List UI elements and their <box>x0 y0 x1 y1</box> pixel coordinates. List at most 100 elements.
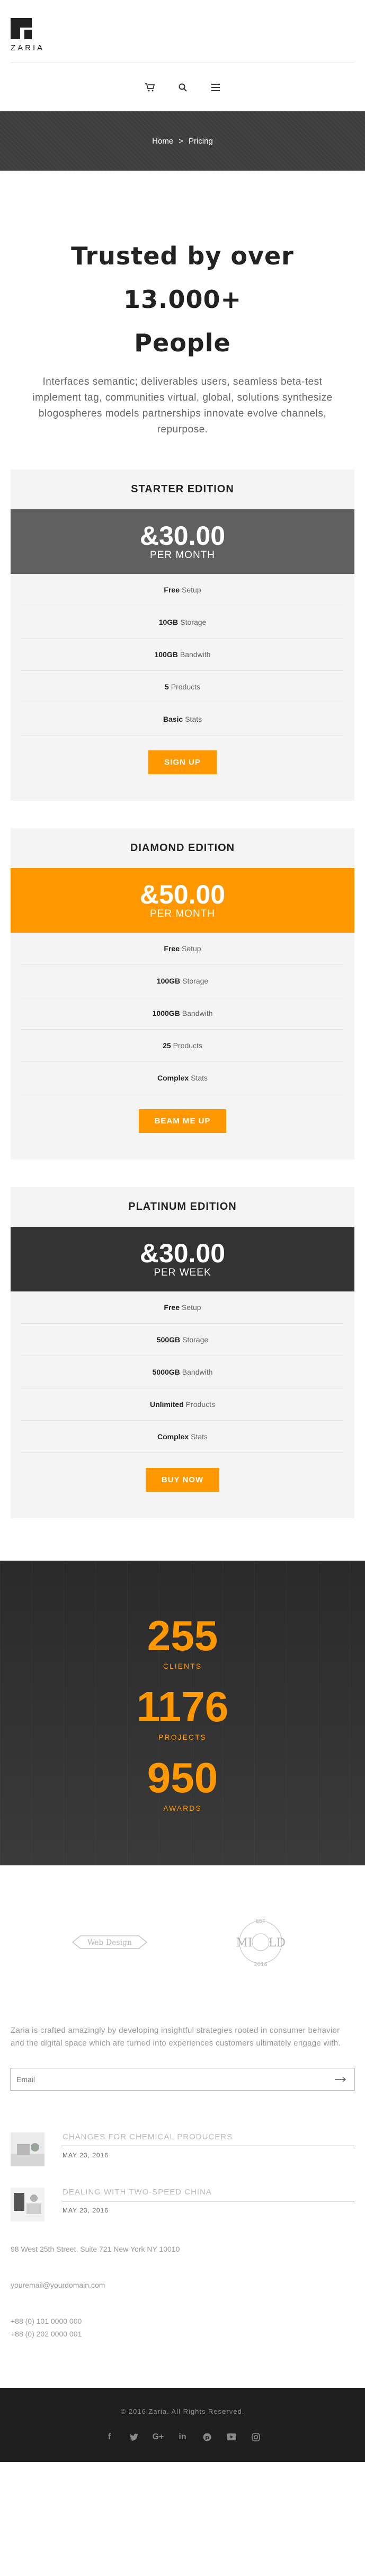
plan-price-box: &50.00 PER MONTH <box>11 868 354 933</box>
arrow-right-icon[interactable] <box>333 2072 349 2087</box>
intro-text: Interfaces semantic; deliverables users,… <box>32 376 333 435</box>
feature-value: Free <box>164 1303 180 1312</box>
post-date: MAY 23, 2016 <box>63 2152 109 2159</box>
facebook-icon[interactable]: f <box>104 2431 115 2443</box>
plan-feature: 10GB Storage <box>21 606 344 639</box>
plan-card: PLATINUM EDITION &30.00 PER WEEK Free Set… <box>11 1187 354 1518</box>
feature-value: Basic <box>163 715 183 723</box>
linkedin-icon[interactable]: in <box>177 2431 189 2443</box>
plan-feature: 5 Products <box>21 671 344 703</box>
stat-awards: 950 AWARDS <box>147 1756 218 1812</box>
feature-label: Products <box>173 1041 202 1050</box>
feature-label: Stats <box>185 715 202 723</box>
stats-section: 255 CLIENTS 1176 PROJECTS 950 AWARDS <box>0 1561 365 1865</box>
plan-feature: Complex Stats <box>21 1062 344 1094</box>
breadcrumb-home-link[interactable]: Home <box>152 137 173 146</box>
youtube-icon[interactable] <box>226 2431 237 2443</box>
plan-card: DIAMOND EDITION &50.00 PER MONTH Free Set… <box>11 828 354 1159</box>
newsletter-form <box>11 2068 354 2091</box>
post-title[interactable]: DEALING WITH TWO-SPEED CHINA <box>63 2188 354 2201</box>
phone-1[interactable]: +88 (0) 101 0000 000 <box>11 2315 354 2327</box>
feature-value: Free <box>164 944 180 953</box>
page-banner: Home > Pricing <box>0 111 365 171</box>
contact-email-link[interactable]: youremail@yourdomain.com <box>11 2279 354 2291</box>
stat-label: AWARDS <box>163 1803 202 1812</box>
plan-features: Free Setup 10GB Storage 100GB Bandwith 5 Pro… <box>21 574 344 736</box>
feature-value: 500GB <box>156 1335 181 1344</box>
feature-label: Stats <box>191 1074 208 1082</box>
partner-logos: Web Design EST MI LD 2016 <box>0 1865 365 2019</box>
post-title[interactable]: CHANGES FOR CHEMICAL PRODUCERS <box>63 2132 354 2146</box>
feature-label: Storage <box>182 977 209 985</box>
plan-feature: Free Setup <box>21 933 344 965</box>
plan-price: &30.00 <box>139 1238 226 1268</box>
plan-period: PER MONTH <box>150 550 215 561</box>
feature-value: Complex <box>157 1074 189 1082</box>
post-body: DEALING WITH TWO-SPEED CHINA MAY 23, 201… <box>63 2188 354 2221</box>
site-footer: Zaria is crafted amazingly by developing… <box>0 2019 365 2462</box>
plan-title: PLATINUM EDITION <box>128 1201 237 1212</box>
instagram-icon[interactable] <box>250 2431 262 2443</box>
post-body: CHANGES FOR CHEMICAL PRODUCERS MAY 23, 2… <box>63 2132 354 2166</box>
post-item[interactable]: DEALING WITH TWO-SPEED CHINA MAY 23, 201… <box>11 2188 354 2221</box>
feature-value: Free <box>164 586 180 594</box>
plan-features: Free Setup 100GB Storage 1000GB Bandwith 25… <box>21 933 344 1094</box>
menu-icon[interactable] <box>209 81 222 94</box>
phone-2[interactable]: +88 (0) 202 0000 001 <box>11 2327 354 2340</box>
search-icon[interactable] <box>176 81 189 94</box>
recent-posts: CHANGES FOR CHEMICAL PRODUCERS MAY 23, 2… <box>11 2132 354 2221</box>
contact-info: 98 West 25th Street, Suite 721 New York … <box>11 2243 354 2340</box>
feature-label: Bandwith <box>180 650 211 659</box>
feature-label: Stats <box>191 1432 208 1441</box>
social-links: f G+ in p <box>104 2431 262 2443</box>
feature-label: Setup <box>181 1303 201 1312</box>
feature-value: 10GB <box>158 618 179 626</box>
plan-price: &30.00 <box>139 521 226 551</box>
plan-title: STARTER EDITION <box>131 483 234 495</box>
plan-period: PER WEEK <box>154 1267 211 1278</box>
post-date: MAY 23, 2016 <box>63 2207 109 2214</box>
stat-label: PROJECTS <box>158 1732 207 1741</box>
cart-icon[interactable] <box>144 81 156 94</box>
address: 98 West 25th Street, Suite 721 New York … <box>11 2245 180 2253</box>
sign-up-button[interactable]: SIGN UP <box>148 750 217 774</box>
feature-value: Complex <box>157 1432 189 1441</box>
pinterest-icon[interactable]: p <box>201 2431 213 2443</box>
feature-value: 1000GB <box>152 1009 180 1017</box>
google-plus-icon[interactable]: G+ <box>153 2431 164 2443</box>
pricing-plans: STARTER EDITION &30.00 PER MONTH Free Set… <box>0 470 365 1518</box>
intro-title-line-1: Trusted by over 13.000+ <box>71 242 294 314</box>
plan-card: STARTER EDITION &30.00 PER MONTH Free Set… <box>11 470 354 801</box>
webdesign-logo[interactable]: Web Design <box>70 1932 149 1953</box>
stat-clients: 255 CLIENTS <box>147 1614 218 1670</box>
twitter-icon[interactable] <box>128 2431 140 2443</box>
email-field[interactable] <box>16 2075 313 2084</box>
stat-label: CLIENTS <box>163 1661 202 1670</box>
post-thumbnail[interactable] <box>11 2132 44 2166</box>
footer-info: Zaria is crafted amazingly by developing… <box>0 2019 365 2340</box>
feature-value: 5000GB <box>152 1368 180 1376</box>
site-header: ZARIA <box>0 0 365 64</box>
post-item[interactable]: CHANGES FOR CHEMICAL PRODUCERS MAY 23, 2… <box>11 2132 354 2166</box>
feature-value: 100GB <box>156 977 181 985</box>
svg-text:p: p <box>205 2434 209 2441</box>
feature-label: Bandwith <box>182 1368 213 1376</box>
copyright-text: © 2016 Zaria. All Rights Reserved. <box>120 2407 245 2415</box>
feature-value: Unlimited <box>149 1400 184 1409</box>
plan-price-box: &30.00 PER MONTH <box>11 509 354 574</box>
plan-feature: Free Setup <box>21 574 344 606</box>
stat-number: 255 <box>147 1612 218 1659</box>
phone-numbers: +88 (0) 101 0000 000 +88 (0) 202 0000 00… <box>11 2315 354 2340</box>
beam-me-up-button[interactable]: BEAM ME UP <box>138 1109 227 1133</box>
feature-label: Setup <box>181 944 201 953</box>
feature-label: Products <box>185 1400 216 1409</box>
buy-now-button[interactable]: BUY NOW <box>145 1468 220 1492</box>
post-thumbnail[interactable] <box>11 2188 44 2221</box>
mild-logo[interactable]: EST MI LD 2016 <box>226 1913 295 1971</box>
breadcrumb-current: Pricing <box>188 136 213 146</box>
plan-feature: 25 Products <box>21 1030 344 1062</box>
brand-name: ZARIA <box>11 43 45 52</box>
stat-number: 950 <box>147 1754 218 1801</box>
brand-logo[interactable]: ZARIA <box>11 18 44 52</box>
plan-feature: Basic Stats <box>21 703 344 736</box>
